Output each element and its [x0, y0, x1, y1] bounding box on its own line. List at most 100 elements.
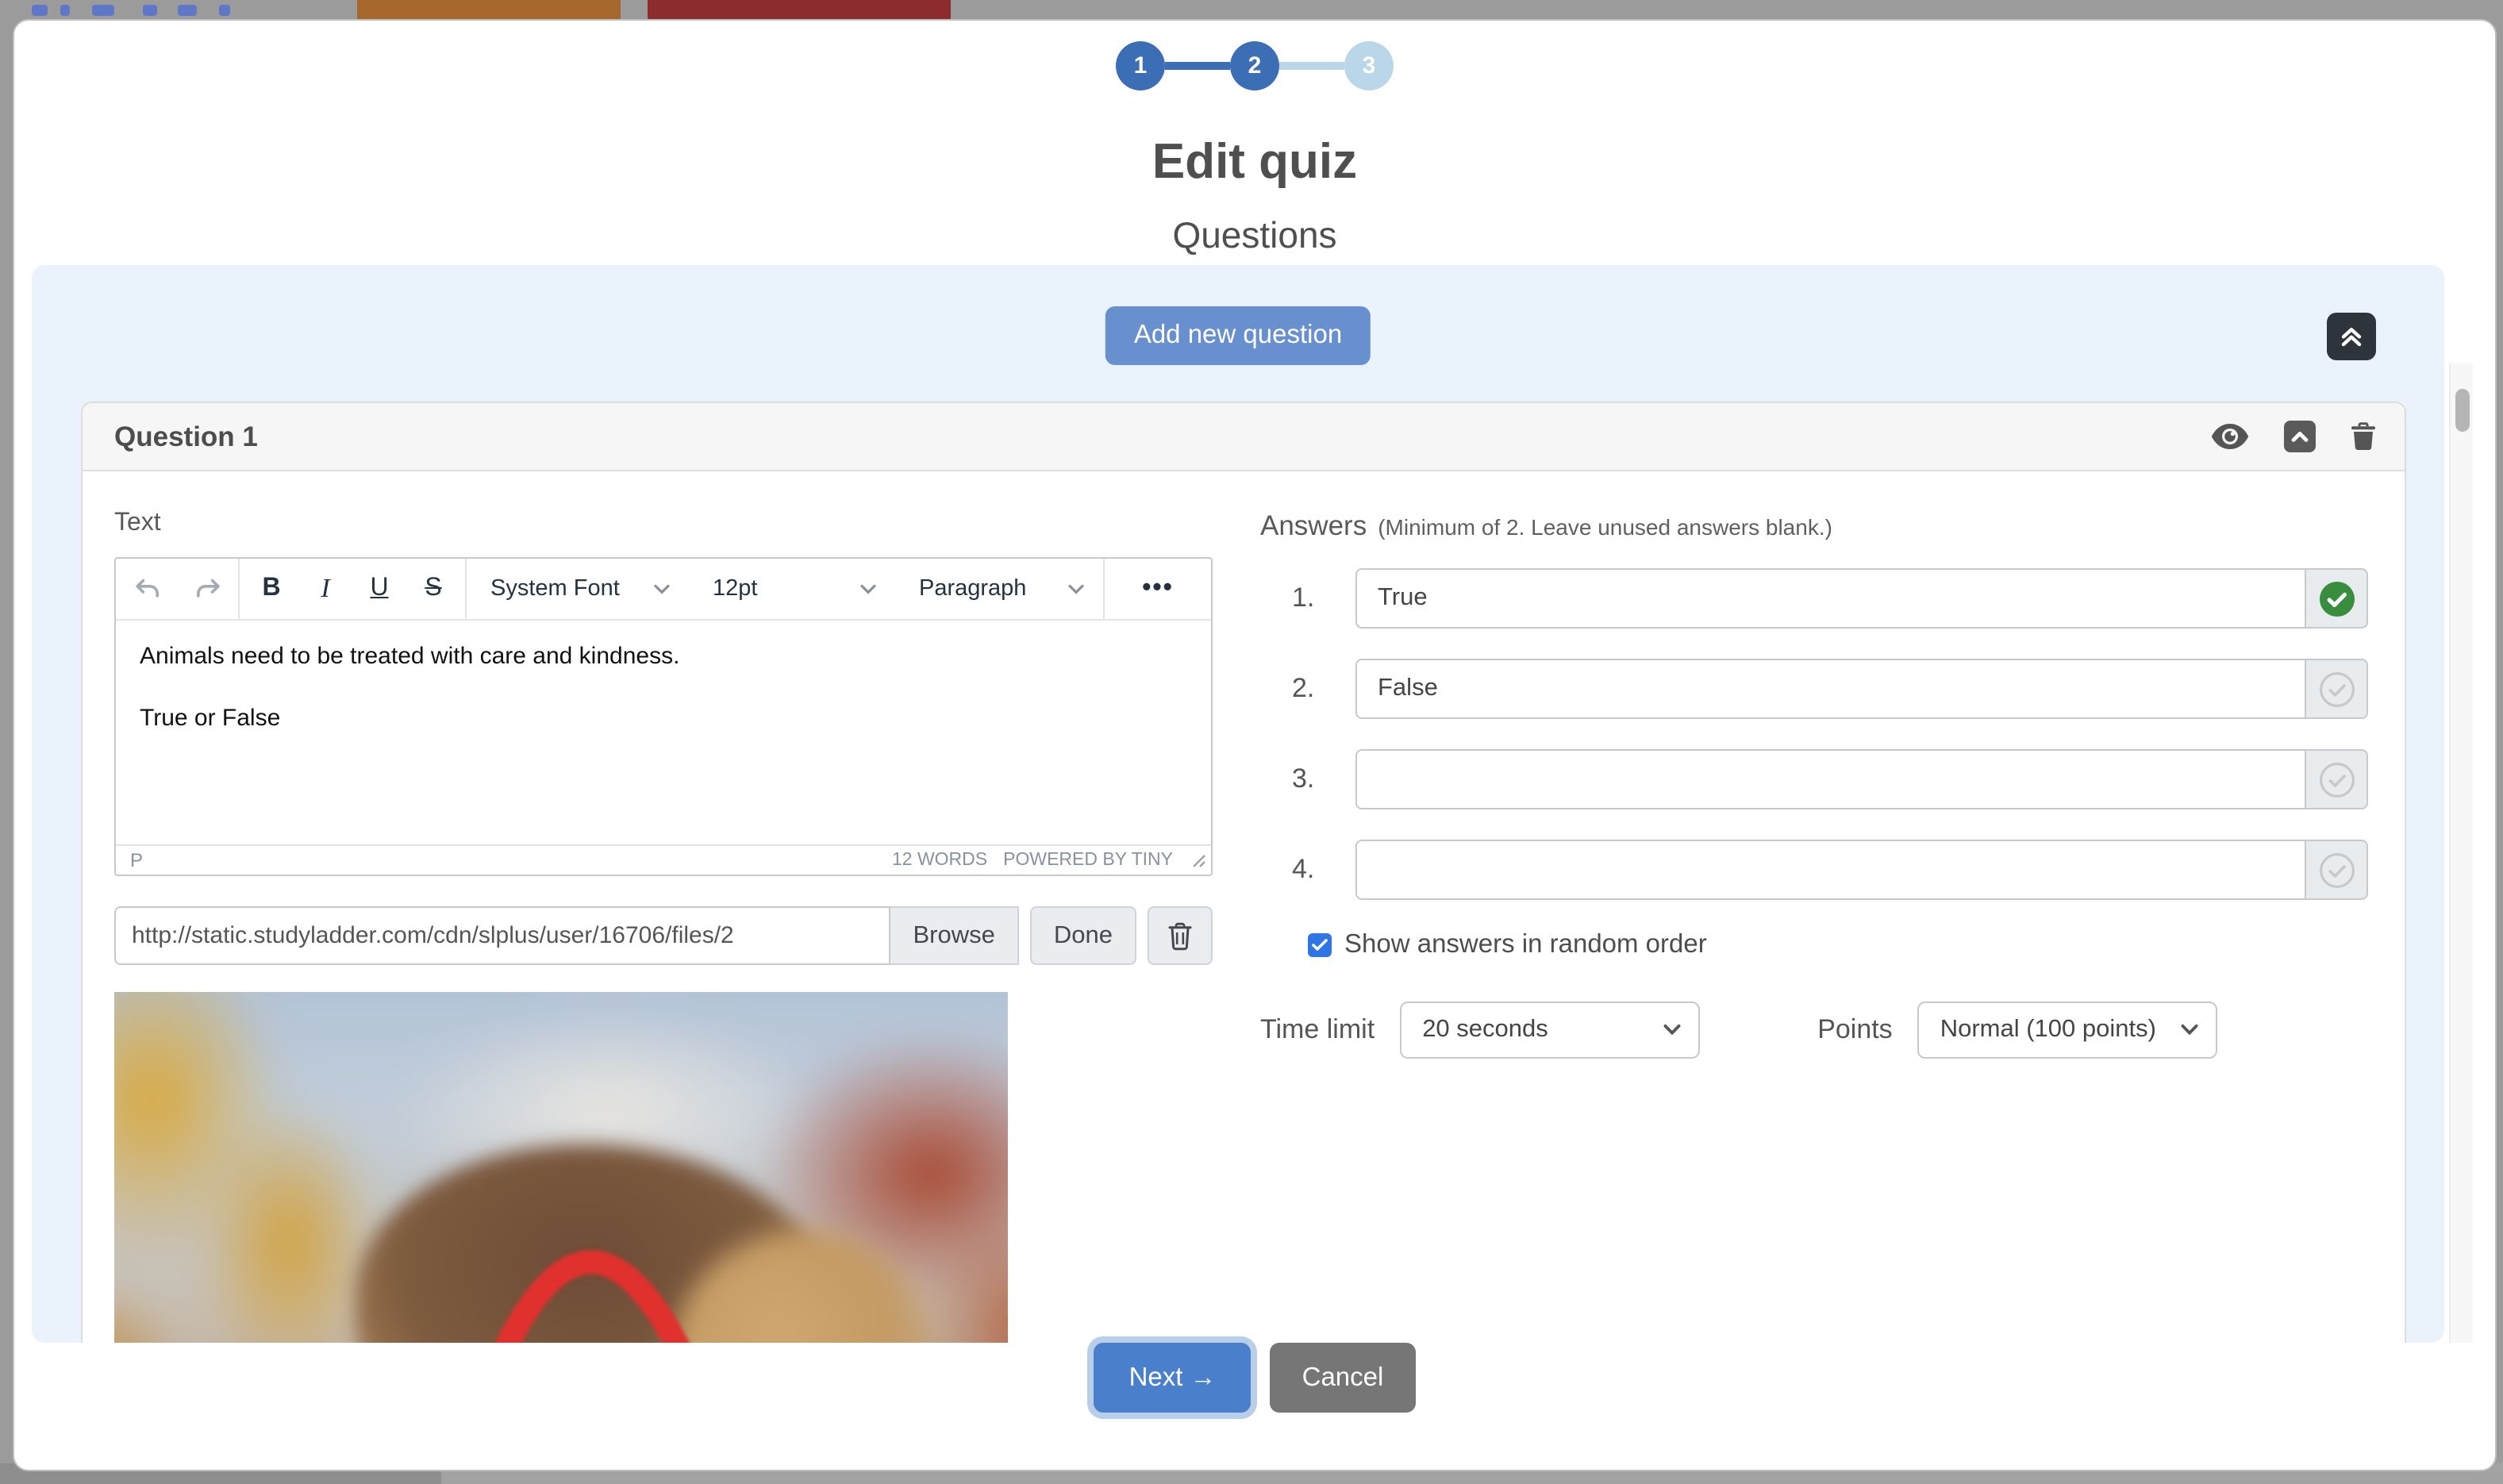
answer-row: 2.: [1260, 659, 2368, 719]
add-new-question-button[interactable]: Add new question: [1105, 306, 1371, 365]
chevron-down-icon: [860, 583, 876, 594]
time-limit-select[interactable]: 20 seconds: [1400, 1002, 1700, 1059]
answer-row: 4.: [1260, 840, 2368, 900]
bold-button[interactable]: B: [246, 565, 297, 613]
questions-panel: Add new question Question 1: [32, 265, 2444, 1343]
tiny-branding[interactable]: POWERED BY TINY: [1003, 851, 1173, 870]
collapse-all-button[interactable]: [2327, 313, 2376, 360]
question-header: Question 1: [83, 403, 2405, 471]
modal-footer: Next → Cancel: [14, 1343, 2495, 1413]
more-dots-icon: •••: [1142, 582, 1174, 595]
background-red-bar: [648, 0, 951, 21]
chevron-down-icon: [2182, 1024, 2199, 1036]
font-size-value: 12pt: [713, 576, 757, 602]
background-orange-bar: [357, 0, 621, 21]
next-button[interactable]: Next →: [1094, 1343, 1252, 1413]
media-url-row: Browse Done: [114, 906, 1213, 965]
points-select[interactable]: Normal (100 points): [1918, 1002, 2218, 1059]
time-limit-label: Time limit: [1260, 1014, 1375, 1046]
toolbar-more-button[interactable]: •••: [1132, 565, 1183, 613]
answers-hint: (Minimum of 2. Leave unused answers blan…: [1378, 514, 1832, 540]
media-url-input[interactable]: [114, 906, 891, 965]
element-path[interactable]: P: [130, 849, 892, 871]
chevron-down-icon: [654, 583, 670, 594]
answer-input-2[interactable]: [1355, 659, 2305, 719]
italic-button[interactable]: I: [300, 565, 351, 613]
check-circle-outline-icon: [2318, 852, 2355, 888]
scrollbar-thumb[interactable]: [2455, 389, 2470, 432]
editor-toolbar: B I U S System Font 12p: [116, 559, 1211, 621]
random-order-label: Show answers in random order: [1344, 930, 1707, 960]
redo-button[interactable]: [182, 565, 233, 613]
done-button[interactable]: Done: [1030, 906, 1136, 965]
question-image: [114, 992, 1008, 1343]
step-1[interactable]: 1: [1116, 41, 1165, 90]
check-circle-outline-icon: [2318, 761, 2355, 798]
rich-text-editor: B I U S System Font 12p: [114, 557, 1213, 876]
background-page-fragment: [219, 5, 230, 16]
edit-quiz-modal: 1 2 3 Edit quiz Questions Add new questi…: [13, 19, 2497, 1471]
check-circle-filled-icon: [2318, 580, 2355, 617]
paragraph-format-select[interactable]: Paragraph: [895, 559, 1105, 619]
mark-correct-button-2[interactable]: [2305, 659, 2368, 719]
image-red-headband: [114, 992, 1008, 1343]
mark-correct-button-3[interactable]: [2305, 749, 2368, 809]
resize-handle-icon[interactable]: [1192, 853, 1206, 867]
mark-correct-button-1[interactable]: [2305, 568, 2368, 629]
step-connector-2: [1279, 62, 1344, 70]
answer-number: 2.: [1260, 673, 1355, 705]
browse-button[interactable]: Browse: [891, 906, 1019, 965]
background-page-strip: [0, 0, 2503, 21]
preview-question-button[interactable]: [2211, 424, 2249, 449]
background-page-fragment: [92, 5, 114, 16]
double-chevron-up-icon: [2338, 324, 2365, 349]
remove-media-button[interactable]: [1148, 906, 1213, 965]
chevron-up-box-icon: [2284, 421, 2316, 452]
eye-icon: [2211, 424, 2249, 449]
answer-input-4[interactable]: [1355, 840, 2305, 900]
page-subtitle: Questions: [14, 214, 2495, 257]
time-limit-value: 20 seconds: [1422, 1016, 1548, 1044]
redo-icon: [191, 573, 223, 605]
font-size-select[interactable]: 12pt: [689, 559, 895, 619]
delete-question-button[interactable]: [2351, 422, 2376, 451]
background-page-fragment: [178, 5, 197, 16]
undo-button[interactable]: [121, 565, 172, 613]
answer-input-3[interactable]: [1355, 749, 2305, 809]
screen: 1 2 3 Edit quiz Questions Add new questi…: [0, 0, 2503, 1484]
background-page-fragment: [60, 5, 70, 16]
editor-content-area[interactable]: Animals need to be treated with care and…: [116, 621, 1211, 844]
answer-row: 3.: [1260, 749, 2368, 809]
step-3[interactable]: 3: [1344, 41, 1394, 90]
trash-outline-icon: [1168, 921, 1192, 950]
answer-input-1[interactable]: [1355, 568, 2305, 629]
step-connector-1: [1165, 62, 1230, 70]
underline-button[interactable]: U: [354, 565, 405, 613]
random-order-option[interactable]: Show answers in random order: [1308, 930, 2368, 960]
page-title: Edit quiz: [14, 133, 2495, 190]
editor-status-bar: P 12 WORDS POWERED BY TINY: [116, 844, 1211, 875]
step-2[interactable]: 2: [1230, 41, 1279, 90]
word-count: 12 WORDS: [892, 851, 987, 870]
strikethrough-button[interactable]: S: [408, 565, 459, 613]
move-question-up-button[interactable]: [2284, 421, 2316, 452]
question-card: Question 1: [81, 402, 2406, 1343]
answers-label: Answers: [1260, 509, 1367, 543]
question-title: Question 1: [114, 420, 2211, 453]
mark-correct-button-4[interactable]: [2305, 840, 2368, 900]
answer-number: 4.: [1260, 854, 1355, 886]
paragraph-format-value: Paragraph: [919, 576, 1026, 602]
time-points-row: Time limit 20 seconds Points Normal (100…: [1260, 1002, 2368, 1059]
font-family-select[interactable]: System Font: [467, 559, 689, 619]
answer-number: 3.: [1260, 763, 1355, 795]
scrollbar-track[interactable]: [2449, 363, 2473, 1343]
random-order-checkbox[interactable]: [1308, 933, 1332, 957]
points-value: Normal (100 points): [1940, 1016, 2156, 1044]
cancel-button[interactable]: Cancel: [1271, 1343, 1416, 1413]
question-text-line: True or False: [140, 705, 1187, 732]
font-family-value: System Font: [490, 576, 620, 602]
answer-row: 1.: [1260, 568, 2368, 629]
check-circle-outline-icon: [2318, 671, 2355, 707]
answer-number: 1.: [1260, 582, 1355, 614]
step-progress: 1 2 3: [14, 41, 2495, 90]
